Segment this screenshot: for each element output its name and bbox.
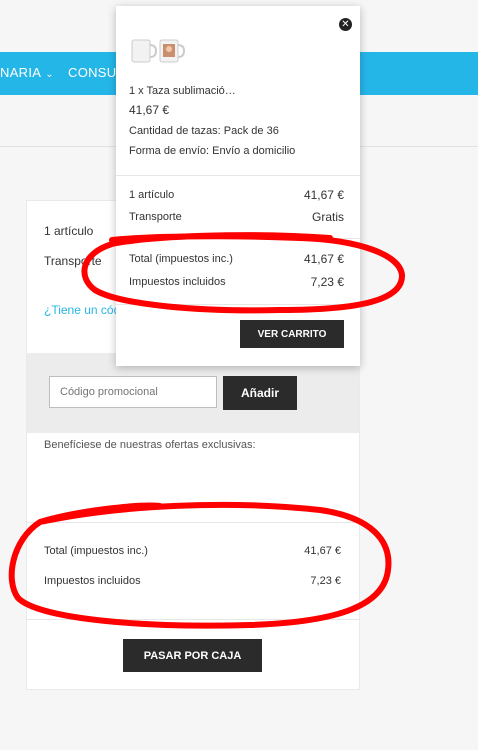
popup-shipping-value: Gratis xyxy=(311,210,344,224)
popup-total-value: 41,67 € xyxy=(303,252,344,266)
checkout-button[interactable]: PASAR POR CAJA xyxy=(123,639,262,672)
mini-cart-popup: ✕ 1 x Taza sublimació… 41,67 € Cantidad … xyxy=(116,6,360,366)
popup-taxes-label: Impuestos incluidos xyxy=(129,276,226,288)
total-label: Total (impuestos inc.) xyxy=(44,545,148,557)
popup-taxes-value: 7,23 € xyxy=(310,275,344,289)
popup-items-label: 1 artículo xyxy=(129,189,175,201)
divider xyxy=(116,238,360,239)
nav-item-naria[interactable]: NARIA ⌄ xyxy=(0,65,54,80)
divider xyxy=(116,175,360,176)
product-price: 41,67 € xyxy=(129,103,170,117)
taxes-label: Impuestos incluidos xyxy=(44,575,141,587)
divider xyxy=(27,522,359,523)
taxes-value: 7,23 € xyxy=(310,575,341,587)
total-value: 41,67 € xyxy=(304,545,341,557)
product-name[interactable]: 1 x Taza sublimació… xyxy=(129,85,236,97)
popup-total-label: Total (impuestos inc.) xyxy=(129,253,233,265)
divider xyxy=(27,619,359,620)
nav-item-label: NARIA xyxy=(0,65,42,80)
product-thumbnail[interactable] xyxy=(130,34,190,70)
promo-code-link[interactable]: ¿Tiene un cód xyxy=(44,303,120,317)
product-attr-shipping: Forma de envío: Envío a domicilio xyxy=(129,145,296,157)
popup-items-value: 41,67 € xyxy=(303,188,344,202)
add-promo-button[interactable]: Añadir xyxy=(223,376,297,410)
offers-text: Benefíciese de nuestras ofertas exclusiv… xyxy=(44,439,256,451)
nav-item-consu[interactable]: CONSU xyxy=(68,65,116,80)
divider xyxy=(116,304,360,305)
popup-shipping-label: Transporte xyxy=(129,211,182,223)
promo-code-input[interactable] xyxy=(49,376,217,408)
product-attr-quantity: Cantidad de tazas: Pack de 36 xyxy=(129,125,279,137)
shipping-label: Transporte xyxy=(44,254,102,268)
close-icon[interactable]: ✕ xyxy=(339,18,352,31)
items-count: 1 artículo xyxy=(44,224,94,238)
view-cart-button[interactable]: VER CARRITO xyxy=(240,320,344,348)
chevron-down-icon: ⌄ xyxy=(45,69,54,80)
